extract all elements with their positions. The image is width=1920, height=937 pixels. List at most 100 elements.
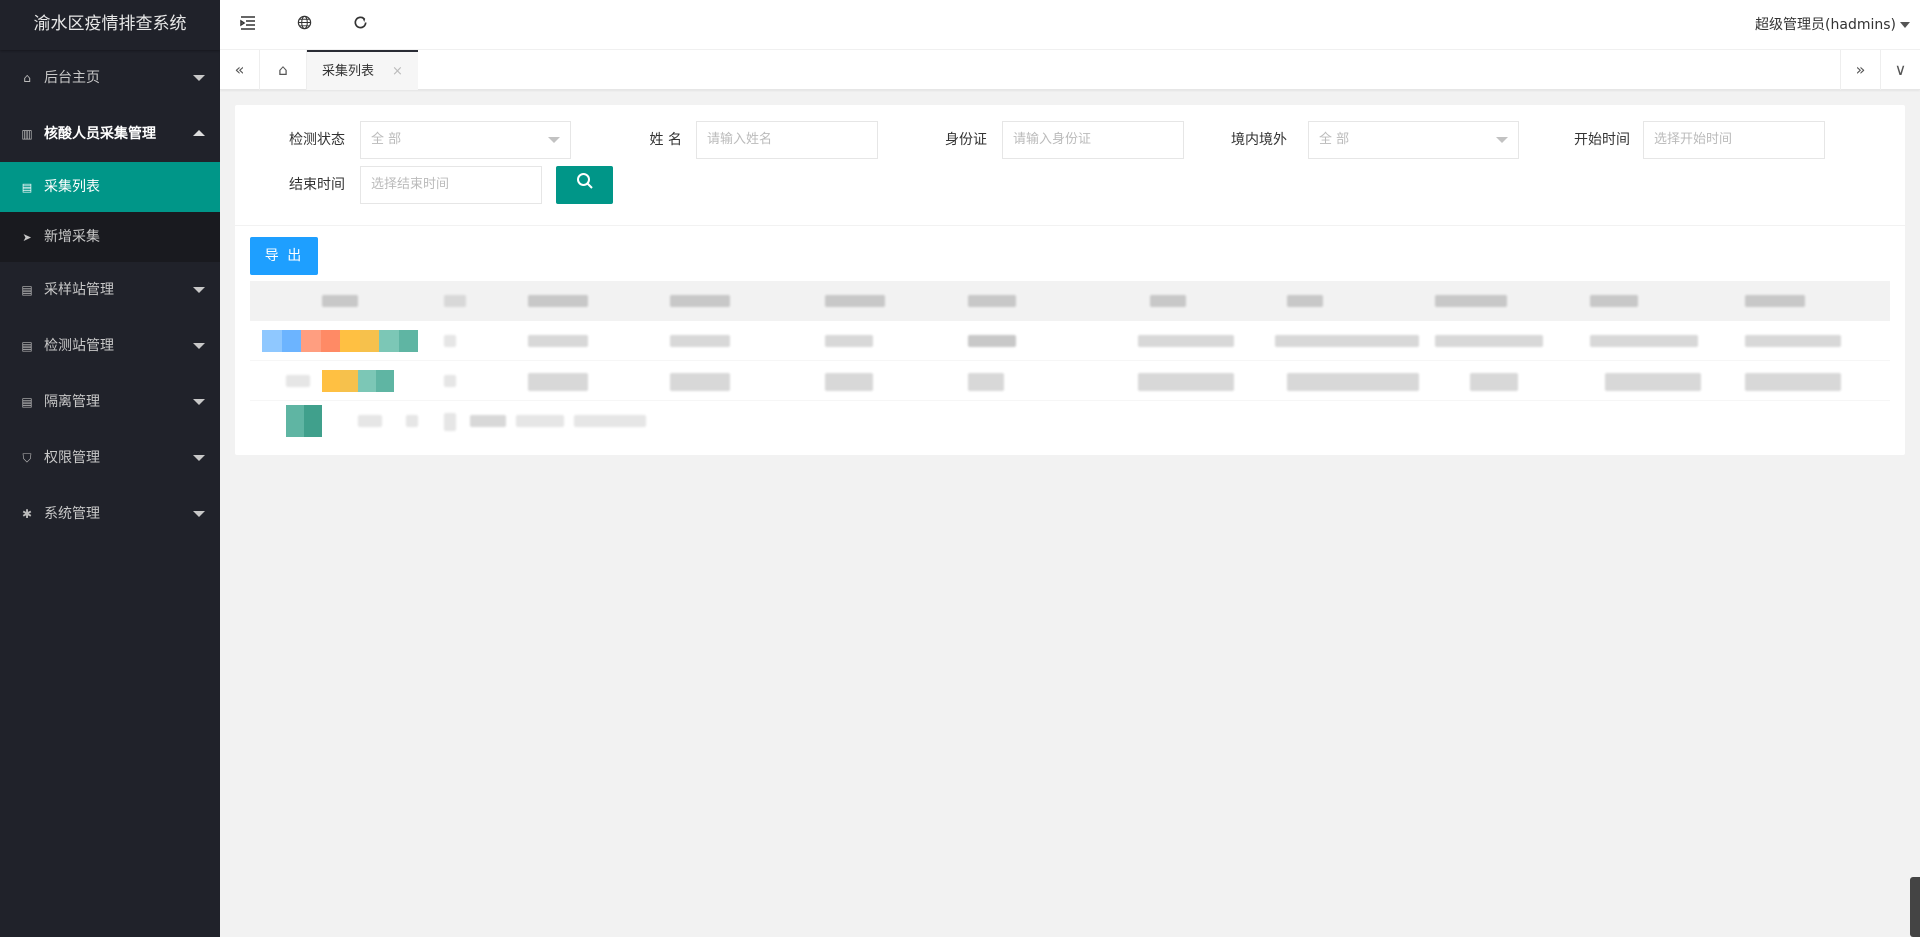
- table-row[interactable]: [250, 401, 1890, 441]
- region-select[interactable]: 全 部: [1308, 121, 1519, 159]
- chevron-down-icon: [193, 287, 205, 293]
- table-header-cell: [1590, 295, 1638, 307]
- start-time-input[interactable]: 选择开始时间: [1643, 121, 1825, 159]
- table-header: [250, 281, 1890, 321]
- tab-collection-list[interactable]: 采集列表 ×: [307, 50, 418, 90]
- status-color-strip: [322, 370, 394, 392]
- sidebar-item-label: 权限管理: [44, 450, 100, 466]
- tabs-bar: « ⌂ 采集列表 × » ∨: [220, 50, 1920, 90]
- start-time-label: 开始时间: [1574, 132, 1630, 148]
- table-header-cell: [968, 295, 1016, 307]
- sidebar-item-label: 采集列表: [44, 179, 100, 195]
- table-cell: [444, 335, 456, 347]
- table-row[interactable]: [250, 321, 1890, 361]
- status-color-strip: [262, 330, 418, 352]
- scroll-left-icon[interactable]: «: [220, 50, 260, 90]
- refresh-icon[interactable]: [332, 0, 388, 50]
- close-icon[interactable]: ×: [392, 64, 403, 79]
- tab-label: 采集列表: [322, 64, 375, 79]
- sidebar-item-permission[interactable]: ⛉ 权限管理: [0, 430, 220, 486]
- table-cell: [470, 415, 506, 427]
- status-label: 检测状态: [289, 132, 345, 148]
- name-label: 姓 名: [649, 132, 682, 148]
- table-cell: [444, 375, 456, 387]
- sidebar-item-label: 隔离管理: [44, 394, 100, 410]
- home-tab-icon[interactable]: ⌂: [260, 50, 307, 90]
- sidebar-item-label: 新增采集: [44, 229, 100, 245]
- table-header-cell: [528, 295, 588, 307]
- table-header-cell: [1745, 295, 1805, 307]
- table-cell: [825, 373, 873, 391]
- table-cell: [528, 335, 588, 347]
- table-cell: [574, 415, 646, 427]
- table-cell: [670, 373, 730, 391]
- sidebar-item-testing-station[interactable]: ▤ 检测站管理: [0, 318, 220, 374]
- sidebar-item-label: 后台主页: [44, 70, 100, 86]
- table-header-cell: [1150, 295, 1186, 307]
- home-icon: ⌂: [23, 71, 31, 85]
- table-header-cell: [670, 295, 730, 307]
- table-row[interactable]: [250, 361, 1890, 401]
- document-icon: ▤: [21, 395, 33, 409]
- search-icon: [576, 173, 593, 189]
- status-select[interactable]: 全 部: [360, 121, 571, 159]
- table-cell: [1745, 335, 1841, 347]
- name-input[interactable]: 请输入姓名: [696, 121, 878, 159]
- end-time-input[interactable]: 选择结束时间: [360, 166, 542, 204]
- sidebar-item-collection-list[interactable]: ▤ 采集列表: [0, 162, 220, 212]
- sidebar-item-label: 系统管理: [44, 506, 100, 522]
- document-icon: ▤: [21, 339, 33, 353]
- app-title: 渝水区疫情排查系统: [0, 0, 220, 50]
- chevron-down-icon: [193, 455, 205, 461]
- chevron-down-icon: [193, 511, 205, 517]
- sidebar-submenu: ▤ 采集列表 ➤ 新增采集: [0, 162, 220, 262]
- table-header-cell: [1287, 295, 1323, 307]
- table-cell: [528, 373, 588, 391]
- table-header-cell: [825, 295, 885, 307]
- table-cell: [1435, 335, 1543, 347]
- sidebar-item-isolation[interactable]: ▤ 隔离管理: [0, 374, 220, 430]
- sidebar-item-label: 检测站管理: [44, 338, 114, 354]
- chevron-down-icon: [193, 75, 205, 81]
- document-icon: ▤: [21, 181, 33, 194]
- idcard-label: 身份证: [945, 132, 987, 148]
- sidebar: 渝水区疫情排查系统 ⌂ 后台主页 ▥ 核酸人员采集管理 ▤ 采集列表 ➤ 新增采集 ▤ 采…: [0, 0, 220, 937]
- sidebar-item-system[interactable]: ✱ 系统管理: [0, 486, 220, 542]
- export-button[interactable]: 导 出: [250, 237, 318, 275]
- status-select-value: 全 部: [371, 132, 402, 147]
- book-icon: ▥: [21, 127, 33, 141]
- chevron-down-icon: [193, 343, 205, 349]
- data-table: [250, 281, 1890, 441]
- sidebar-item-label: 核酸人员采集管理: [44, 126, 156, 142]
- user-menu[interactable]: 超级管理员(hadmins): [1755, 0, 1910, 50]
- globe-icon[interactable]: [276, 0, 332, 50]
- table-cell: [1138, 373, 1234, 391]
- scrollbar-thumb[interactable]: [1910, 877, 1920, 937]
- table-cell: [444, 413, 456, 431]
- table-cell: [825, 335, 873, 347]
- document-icon: ▤: [21, 283, 33, 297]
- table-cell: [516, 415, 564, 427]
- idcard-input[interactable]: 请输入身份证: [1002, 121, 1184, 159]
- sidebar-item-sampling-station[interactable]: ▤ 采样站管理: [0, 262, 220, 318]
- table-header-cell: [444, 295, 466, 307]
- table-cell: [1275, 335, 1419, 347]
- table-cell: [968, 373, 1004, 391]
- search-button[interactable]: [556, 166, 613, 204]
- divider: [235, 225, 1905, 226]
- scroll-right-icon[interactable]: »: [1840, 50, 1880, 90]
- region-select-value: 全 部: [1319, 132, 1350, 147]
- gear-icon: ✱: [21, 507, 33, 521]
- table-cell: [406, 415, 418, 427]
- menu-toggle-icon[interactable]: [220, 0, 276, 50]
- sidebar-item-nucleic-collection[interactable]: ▥ 核酸人员采集管理: [0, 106, 220, 162]
- sidebar-item-home[interactable]: ⌂ 后台主页: [0, 50, 220, 106]
- table-cell: [1470, 373, 1518, 391]
- chevron-down-icon[interactable]: ∨: [1880, 50, 1920, 90]
- sidebar-item-add-collection[interactable]: ➤ 新增采集: [0, 212, 220, 262]
- table-header-cell: [1435, 295, 1507, 307]
- shield-icon: ⛉: [22, 451, 32, 465]
- region-label: 境内境外: [1231, 132, 1287, 148]
- sidebar-menu: ⌂ 后台主页 ▥ 核酸人员采集管理 ▤ 采集列表 ➤ 新增采集 ▤ 采样站管理 ▤ 检测站管…: [0, 50, 220, 542]
- table-cell: [670, 335, 730, 347]
